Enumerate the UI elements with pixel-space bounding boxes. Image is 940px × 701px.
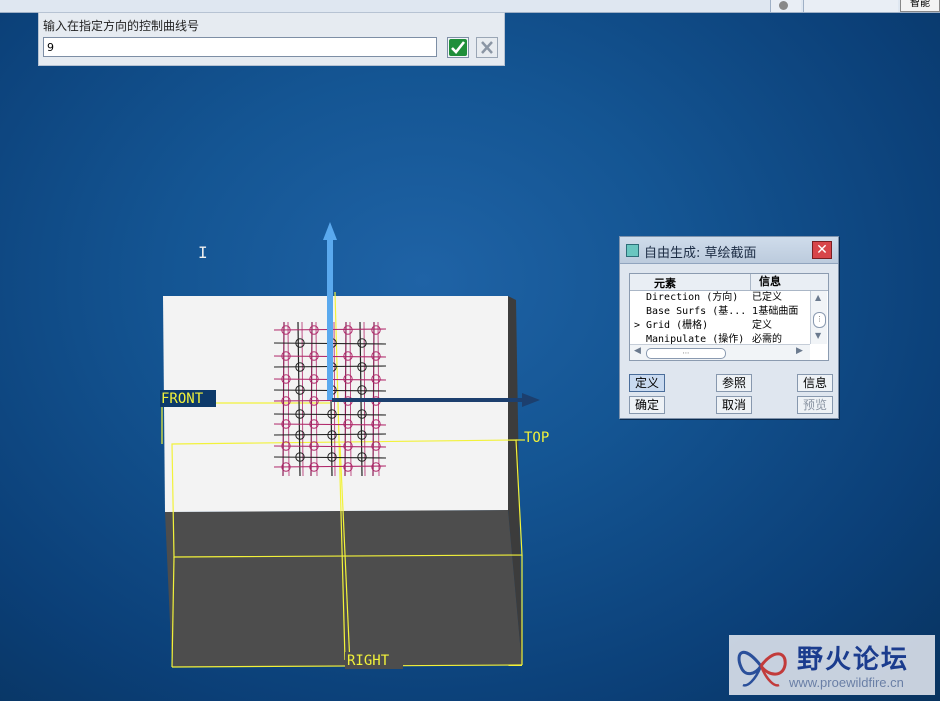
define-button[interactable]: 定义: [629, 374, 665, 392]
table-row[interactable]: > Grid (栅格) 定义: [630, 319, 808, 333]
table-row[interactable]: Manipulate (操作) 必需的: [630, 333, 808, 344]
forum-name: 野火论坛: [797, 645, 910, 675]
cancel-button[interactable]: 取消: [716, 396, 752, 414]
element-table: 元素 信息 Direction (方向) 已定义 Base Surfs (基..…: [629, 273, 829, 361]
row-info: 必需的: [752, 334, 782, 344]
col-element-header: 元素: [654, 277, 676, 290]
scroll-up-icon[interactable]: ▲: [815, 293, 821, 302]
datum-label-top[interactable]: TOP: [524, 430, 549, 446]
scroll-right-icon[interactable]: ▶: [796, 346, 803, 356]
datum-label-front[interactable]: FRONT: [161, 391, 204, 407]
row-info: 定义: [752, 320, 772, 331]
ok-button[interactable]: 确定: [629, 396, 665, 414]
dialog-title: 自由生成: 草绘截面: [644, 246, 757, 261]
dialog-titlebar[interactable]: 自由生成: 草绘截面 ✕: [620, 237, 838, 264]
row-element: Base Surfs (基...: [646, 306, 747, 317]
vertical-scrollbar[interactable]: ▲ ⋮ ▼: [810, 291, 827, 344]
table-row[interactable]: Direction (方向) 已定义: [630, 291, 808, 305]
datum-label-right[interactable]: RIGHT: [347, 653, 390, 669]
scroll-left-icon[interactable]: ◀: [634, 346, 641, 356]
current-row-marker: >: [634, 320, 641, 331]
scroll-thumb[interactable]: ⋮: [813, 312, 826, 328]
references-button[interactable]: 参照: [716, 374, 752, 392]
free-form-dialog: 自由生成: 草绘截面 ✕ 元素 信息 Direction (方向) 已定义 Ba…: [619, 236, 839, 419]
vertical-arrowhead-icon: [323, 222, 337, 240]
forum-url: www.proewildfire.cn: [789, 675, 904, 690]
hscroll-thumb[interactable]: ⋯: [646, 348, 726, 359]
close-button[interactable]: ✕: [812, 241, 832, 259]
close-icon: ✕: [816, 242, 828, 258]
forum-watermark: 野火论坛 www.proewildfire.cn: [729, 635, 935, 695]
window-icon: [626, 244, 639, 257]
horizontal-scrollbar[interactable]: ◀ ⋯ ▶: [630, 344, 810, 360]
text-cursor-icon: I: [198, 243, 208, 262]
row-element: Grid (栅格): [646, 320, 709, 331]
row-element: Direction (方向): [646, 292, 739, 303]
preview-button[interactable]: 预览: [797, 396, 833, 414]
table-row[interactable]: Base Surfs (基... 1基础曲面: [630, 305, 808, 319]
horizontal-arrowhead-icon: [522, 393, 540, 407]
row-info: 1基础曲面: [752, 306, 799, 317]
table-header: 元素 信息: [630, 274, 828, 291]
col-info-header: 信息: [750, 274, 828, 290]
butterfly-logo-icon: [737, 651, 787, 687]
row-info: 已定义: [752, 292, 782, 303]
row-element: Manipulate (操作): [646, 334, 745, 344]
info-button[interactable]: 信息: [797, 374, 833, 392]
scroll-down-icon[interactable]: ▼: [815, 331, 821, 340]
